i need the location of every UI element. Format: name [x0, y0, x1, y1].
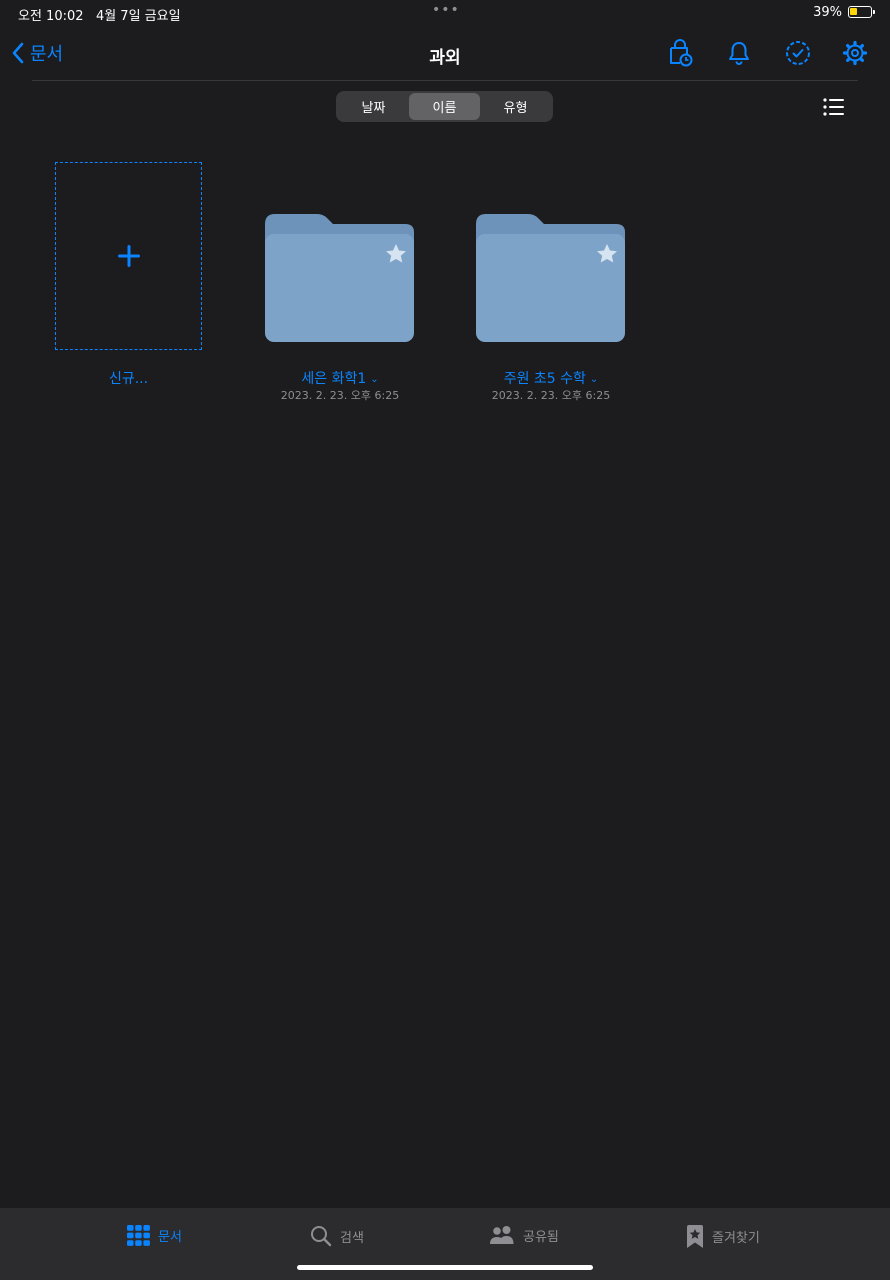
list-icon — [823, 98, 844, 116]
folder-name[interactable]: 세은 화학1 ⌄ — [235, 368, 445, 388]
status-bar: 오전 10:02 4월 7일 금요일 ••• 39% — [0, 0, 890, 28]
chevron-down-icon[interactable]: ⌄ — [370, 374, 378, 385]
dashed-checkmark-circle-icon — [786, 41, 810, 65]
notifications-button[interactable] — [724, 38, 754, 68]
folder-graphic — [265, 214, 414, 342]
recent-activity-button[interactable] — [665, 38, 695, 68]
nav-divider — [32, 80, 858, 81]
people-icon — [490, 1226, 514, 1244]
new-item-tile[interactable] — [55, 162, 202, 350]
chevron-down-icon[interactable]: ⌄ — [590, 374, 598, 385]
page-title: 과외 — [429, 48, 461, 68]
tab-label: 검색 — [340, 1230, 364, 1246]
gear-icon — [842, 40, 868, 66]
settings-button[interactable] — [840, 38, 870, 68]
sort-name-segment[interactable]: 이름 — [409, 93, 480, 120]
new-item-label[interactable]: 신규... — [55, 368, 202, 388]
sort-date-segment[interactable]: 날짜 — [338, 93, 409, 120]
sort-type-segment[interactable]: 유형 — [480, 93, 551, 120]
home-indicator[interactable] — [297, 1265, 593, 1270]
navigation-bar: 문서 과외 — [0, 28, 890, 80]
battery-fill — [850, 8, 857, 15]
tab-shared[interactable]: 공유됨 — [489, 1225, 559, 1245]
tab-label: 즐겨찾기 — [712, 1231, 760, 1246]
select-button[interactable] — [783, 38, 813, 68]
list-view-button[interactable] — [820, 94, 848, 120]
tab-documents[interactable]: 문서 — [127, 1225, 182, 1246]
grid-icon — [127, 1225, 150, 1246]
tab-label: 공유됨 — [523, 1229, 559, 1245]
folder-name[interactable]: 주원 초5 수학 ⌄ — [446, 368, 656, 388]
tab-label: 문서 — [158, 1230, 182, 1245]
sort-segmented-control: 날짜 이름 유형 — [336, 91, 553, 122]
plus-icon — [117, 245, 140, 267]
folder-icon[interactable] — [476, 212, 626, 344]
status-time-date: 오전 10:02 4월 7일 금요일 — [18, 5, 181, 24]
search-icon — [311, 1226, 332, 1247]
bell-icon — [729, 42, 749, 65]
battery-icon — [848, 6, 875, 18]
folder-name-text: 주원 초5 수학 — [503, 371, 586, 387]
back-label: 문서 — [30, 44, 64, 65]
status-date: 4월 7일 금요일 — [95, 9, 181, 24]
battery-percent: 39% — [813, 5, 842, 20]
tab-favorites[interactable]: 즐겨찾기 — [686, 1225, 760, 1248]
folder-date: 2023. 2. 23. 오후 6:25 — [280, 389, 400, 402]
folder-graphic — [476, 214, 625, 342]
status-time: 오전 10:02 — [18, 9, 84, 24]
back-button[interactable]: 문서 — [12, 40, 63, 66]
chevron-left-icon — [12, 42, 24, 64]
tab-search[interactable]: 검색 — [310, 1225, 364, 1247]
bag-clock-icon — [670, 39, 693, 67]
bookmark-star-icon — [687, 1225, 703, 1248]
folder-name-text: 세은 화학1 — [301, 371, 367, 387]
folder-date: 2023. 2. 23. 오후 6:25 — [491, 389, 611, 402]
folder-icon[interactable] — [265, 212, 415, 344]
multitasking-dots-icon[interactable]: ••• — [432, 2, 460, 18]
